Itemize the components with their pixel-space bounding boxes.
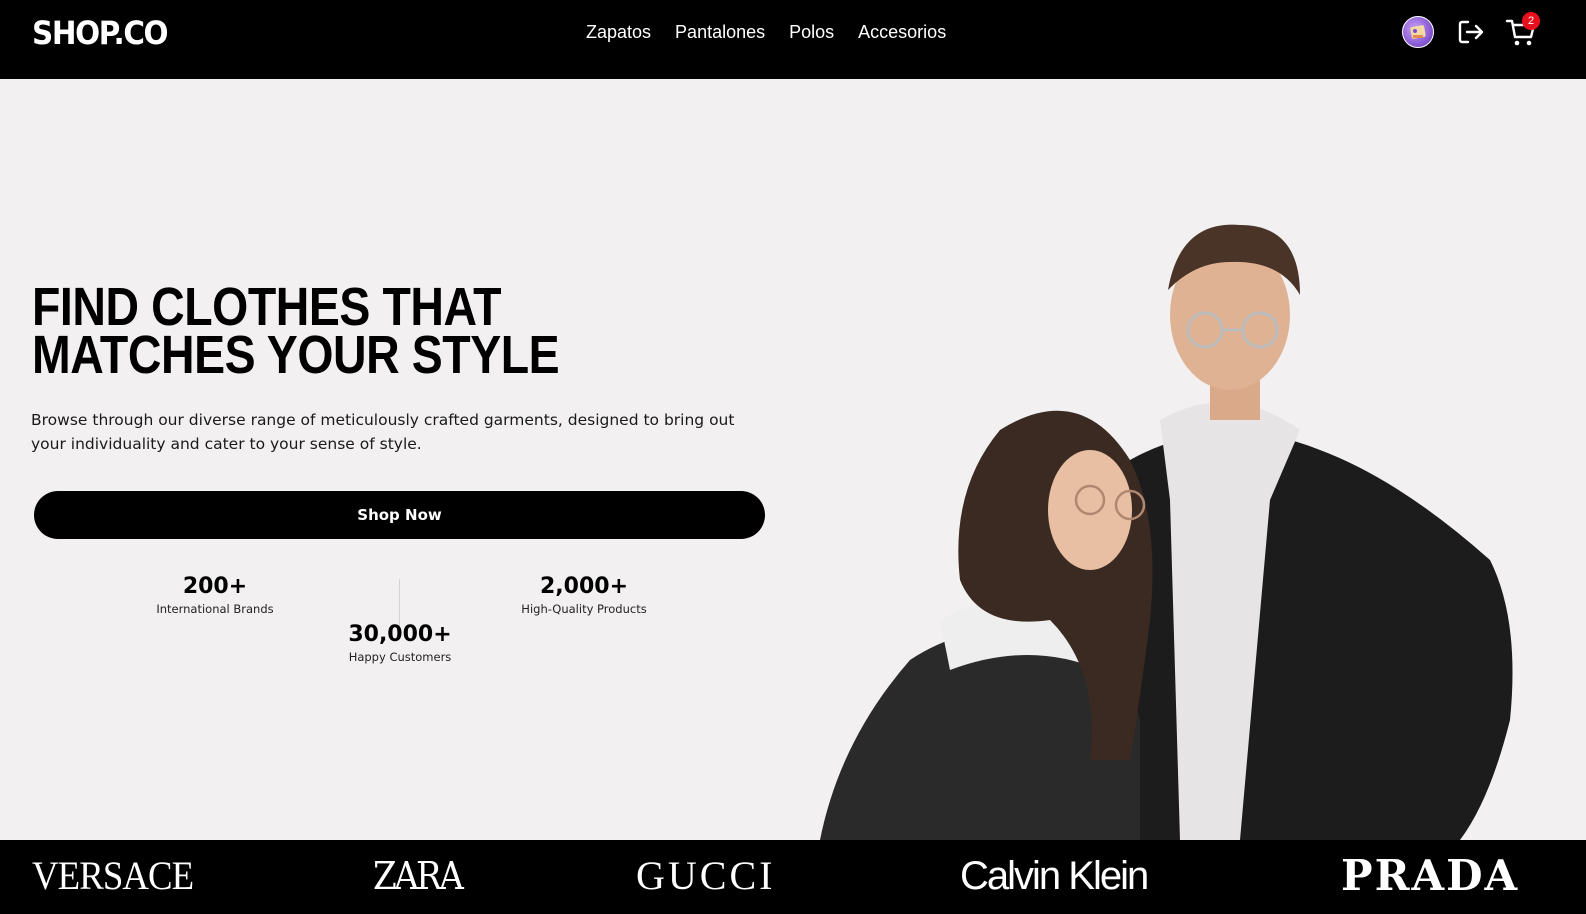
site-logo[interactable]: SHOP.CO [32,13,169,53]
brand-logo-versace: VERSACE [32,853,194,898]
brand-logo-prada: PRADA [1341,851,1520,900]
stat-divider [399,579,400,627]
stat-customers: 30,000+ Happy Customers [330,621,470,665]
nav-link-pantalones[interactable]: Pantalones [675,20,765,44]
stat-label: International Brands [156,602,274,616]
user-avatar-icon[interactable] [1402,16,1434,48]
brand-logo-zara: ZARA [373,854,464,898]
nav-link-polos[interactable]: Polos [789,20,834,44]
logout-icon[interactable] [1456,17,1486,47]
stat-value: 2,000+ [539,574,629,599]
stat-products: 2,000+ High-Quality Products [500,573,668,617]
hero-models-image [820,224,1513,840]
nav-link-accesorios[interactable]: Accesorios [858,20,946,44]
hero-description: Browse through our diverse range of meti… [31,411,735,453]
brand-logo-gucci: GUCCI [636,853,776,898]
brand-logos-bar: VERSACE ZARA GUCCI Calvin Klein PRADA [0,840,1586,914]
main-nav: Zapatos Pantalones Polos Accesorios [586,20,970,44]
top-navbar: SHOP.CO Zapatos Pantalones Polos Accesor… [0,0,1586,79]
stat-brands: 200+ International Brands [140,573,290,617]
cart-count-badge: 2 [1522,12,1540,30]
nav-link-zapatos[interactable]: Zapatos [586,20,651,44]
shop-now-button[interactable]: Shop Now [34,491,765,539]
brand-logo-calvin-klein: Calvin Klein [960,854,1149,898]
stat-label: High-Quality Products [521,602,647,616]
stat-value: 30,000+ [348,622,452,647]
stat-value: 200+ [182,574,248,599]
stat-label: Happy Customers [348,650,452,664]
hero-title: FIND CLOTHES THAT MATCHES YOUR STYLE [32,277,560,385]
